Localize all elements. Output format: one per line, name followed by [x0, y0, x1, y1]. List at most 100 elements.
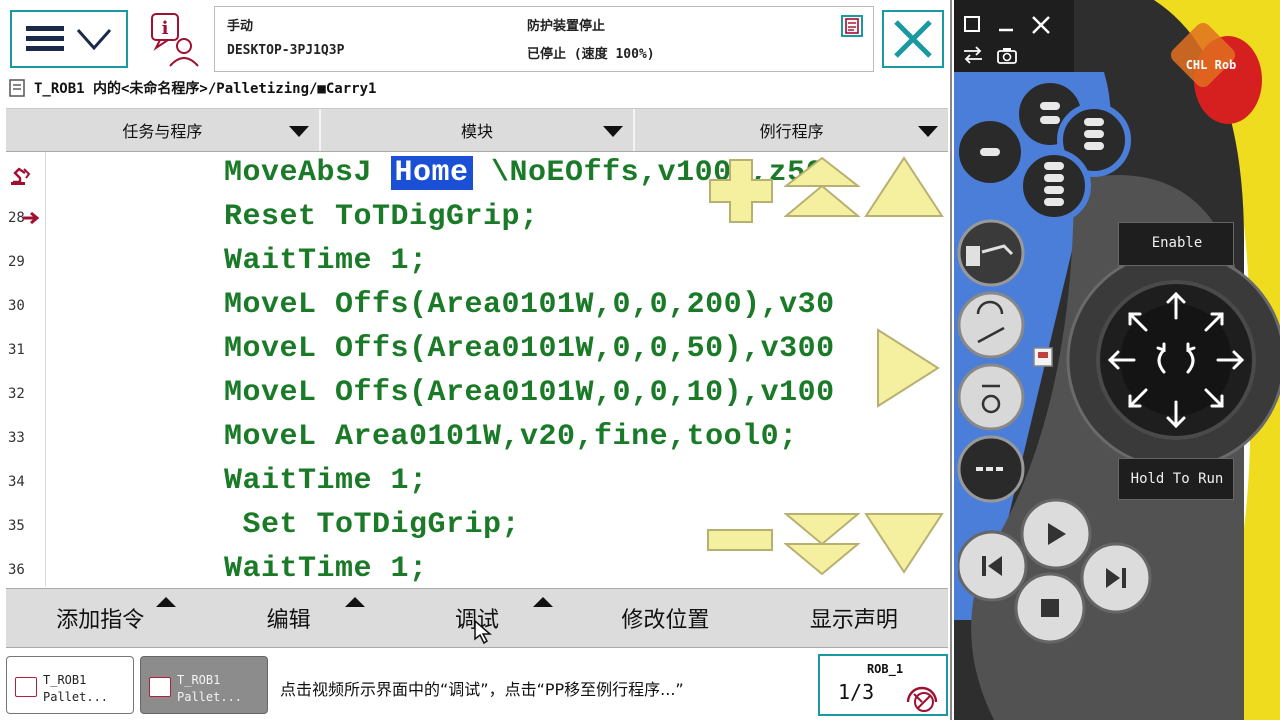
menu-arrow-up-icon [156, 597, 177, 607]
code-line[interactable]: 29 WaitTime 1; [6, 240, 948, 284]
line-number: 30 [8, 298, 25, 314]
robot-position-icon [11, 167, 31, 185]
code-line[interactable]: 30 MoveL Offs(Area0101W,0,0,200),v30 [6, 284, 948, 328]
pendant-hardware: CHL Rob Enable Hold To Run [954, 0, 1280, 720]
event-log-icon[interactable]: i [148, 12, 204, 68]
increment-key[interactable] [956, 362, 1026, 432]
program-editor-icon [15, 677, 37, 697]
tab-subtitle: Pallet... [177, 690, 243, 704]
code-text: WaitTime 1; [224, 552, 428, 586]
operating-mode: 手动 [227, 19, 254, 34]
close-button[interactable] [882, 10, 944, 68]
key-one-bar-icon[interactable] [974, 140, 1006, 164]
key-two-bars-icon[interactable] [1034, 96, 1066, 132]
breadcrumb-path: T_ROB1 内的<未命名程序>/Palletizing/■Carry1 [34, 81, 377, 97]
swap-icon[interactable] [962, 46, 984, 64]
line-number: 32 [8, 386, 25, 402]
button-label: 修改位置 [621, 608, 710, 633]
safety-state: 防护装置停止 [527, 19, 606, 34]
quickset-button[interactable]: ROB_1 1/3 [818, 654, 948, 716]
menu-arrow-up-icon [344, 597, 365, 607]
enable-label: Enable [1151, 235, 1203, 251]
tab-subtitle: Pallet... [43, 690, 109, 704]
enable-button[interactable]: Enable [1118, 222, 1234, 266]
add-instruction-button[interactable]: 添加指令 [6, 589, 194, 647]
line-number: 36 [8, 562, 25, 578]
tasks-and-programs-dropdown[interactable]: 任务与程序 [6, 109, 321, 151]
start-icon[interactable] [1042, 520, 1070, 548]
dashes-key[interactable] [956, 434, 1026, 504]
page-up-icon[interactable] [784, 156, 860, 220]
scroll-up-icon[interactable] [864, 156, 944, 218]
scroll-down-icon[interactable] [864, 512, 944, 574]
step-forward-icon[interactable] [1102, 564, 1130, 592]
code-text: MoveL Offs(Area0101W,0,0,50),v300 [224, 332, 835, 366]
zoom-in-icon[interactable] [706, 156, 776, 226]
dropdown-label: 例行程序 [759, 122, 824, 141]
program-editor-icon [9, 79, 25, 97]
tab-title: T_ROB1 [177, 673, 221, 687]
window-minimize-icon[interactable] [996, 14, 1016, 34]
run-state: 已停止 (速度 100%) [527, 47, 655, 62]
window-close-icon[interactable] [1030, 14, 1052, 36]
code-line[interactable]: 33 MoveL Area0101W,v20,fine,tool0; [6, 416, 948, 460]
code-text: MoveL Area0101W,v20,fine,tool0; [224, 420, 798, 454]
code-line[interactable]: 31 MoveL Offs(Area0101W,0,0,50),v300 [6, 328, 948, 372]
mechanical-unit-key[interactable] [956, 218, 1026, 288]
key-four-bars-icon[interactable] [1038, 160, 1070, 214]
breadcrumb: T_ROB1 内的<未命名程序>/Palletizing/■Carry1 [8, 76, 948, 100]
modify-position-button[interactable]: 修改位置 [571, 589, 759, 647]
dropdown-arrow-icon [288, 126, 309, 137]
stop-icon[interactable] [1036, 594, 1064, 622]
zoom-out-icon[interactable] [706, 526, 776, 556]
page-down-icon[interactable] [784, 512, 860, 576]
camera-icon[interactable] [996, 46, 1018, 64]
code-text: MoveL Offs(Area0101W,0,0,200),v30 [224, 288, 835, 322]
routines-dropdown[interactable]: 例行程序 [635, 109, 948, 151]
modules-dropdown[interactable]: 模块 [321, 109, 636, 151]
close-icon [894, 20, 932, 58]
instruction-caption: 点击视频所示界面中的“调试”，点击“PP移至例行程序...” [280, 680, 684, 699]
chevron-down-icon [76, 29, 112, 51]
button-label: 显示声明 [809, 608, 898, 633]
dropdown-arrow-icon [603, 126, 624, 137]
hamburger-icon [26, 26, 64, 51]
debug-button[interactable]: 调试 [383, 589, 571, 647]
line-number: 35 [8, 518, 25, 534]
joystick[interactable] [1104, 288, 1248, 432]
menu-arrow-up-icon [533, 597, 554, 607]
button-label: 编辑 [266, 608, 311, 633]
step-backward-icon[interactable] [978, 552, 1006, 580]
dropdown-label: 模块 [461, 122, 494, 141]
window-restore-icon[interactable] [962, 14, 982, 34]
dropdown-label: 任务与程序 [122, 122, 203, 141]
code-line[interactable]: 34 WaitTime 1; [6, 460, 948, 504]
robot-name: ROB_1 [866, 662, 904, 676]
code-line[interactable]: 32 MoveL Offs(Area0101W,0,0,10),v100 [6, 372, 948, 416]
svg-text:i: i [162, 18, 169, 39]
line-number: 29 [8, 254, 25, 270]
controller-name: DESKTOP-3PJ1Q3P [227, 43, 345, 58]
selected-token[interactable]: Home [390, 156, 473, 190]
key-three-bars-icon[interactable] [1078, 114, 1110, 156]
hold-to-run-label: Hold To Run [1130, 471, 1224, 487]
code-text: Set ToTDigGrip; [224, 508, 521, 542]
mouse-cursor-icon [474, 619, 492, 645]
scroll-right-icon[interactable] [876, 328, 940, 408]
program-pointer-icon [23, 211, 40, 225]
edit-button[interactable]: 编辑 [194, 589, 382, 647]
hold-to-run-button[interactable]: Hold To Run [1118, 458, 1234, 500]
taskbar: T_ROB1 Pallet... T_ROB1 Pallet... 点击视频所示… [0, 650, 950, 720]
editor-command-bar: 添加指令 编辑 调试 修改位置 显示声明 [6, 588, 948, 648]
button-label: 添加指令 [56, 608, 145, 633]
main-menu-button[interactable] [10, 10, 128, 68]
code-editor[interactable]: MoveAbsJ Home \NoEOffs,v1000,z50, 28 Res… [6, 152, 948, 586]
taskbar-tab-program-editor[interactable]: T_ROB1 Pallet... [6, 656, 134, 714]
taskbar-tab-program-data[interactable]: T_ROB1 Pallet... [140, 656, 268, 714]
show-declaration-button[interactable]: 显示声明 [760, 589, 948, 647]
line-number: 33 [8, 430, 25, 446]
motion-mode-key[interactable] [956, 290, 1026, 360]
speed-indicator-icon [906, 686, 938, 712]
code-text: Reset ToTDigGrip; [224, 200, 539, 234]
document-status-icon[interactable] [841, 15, 863, 37]
